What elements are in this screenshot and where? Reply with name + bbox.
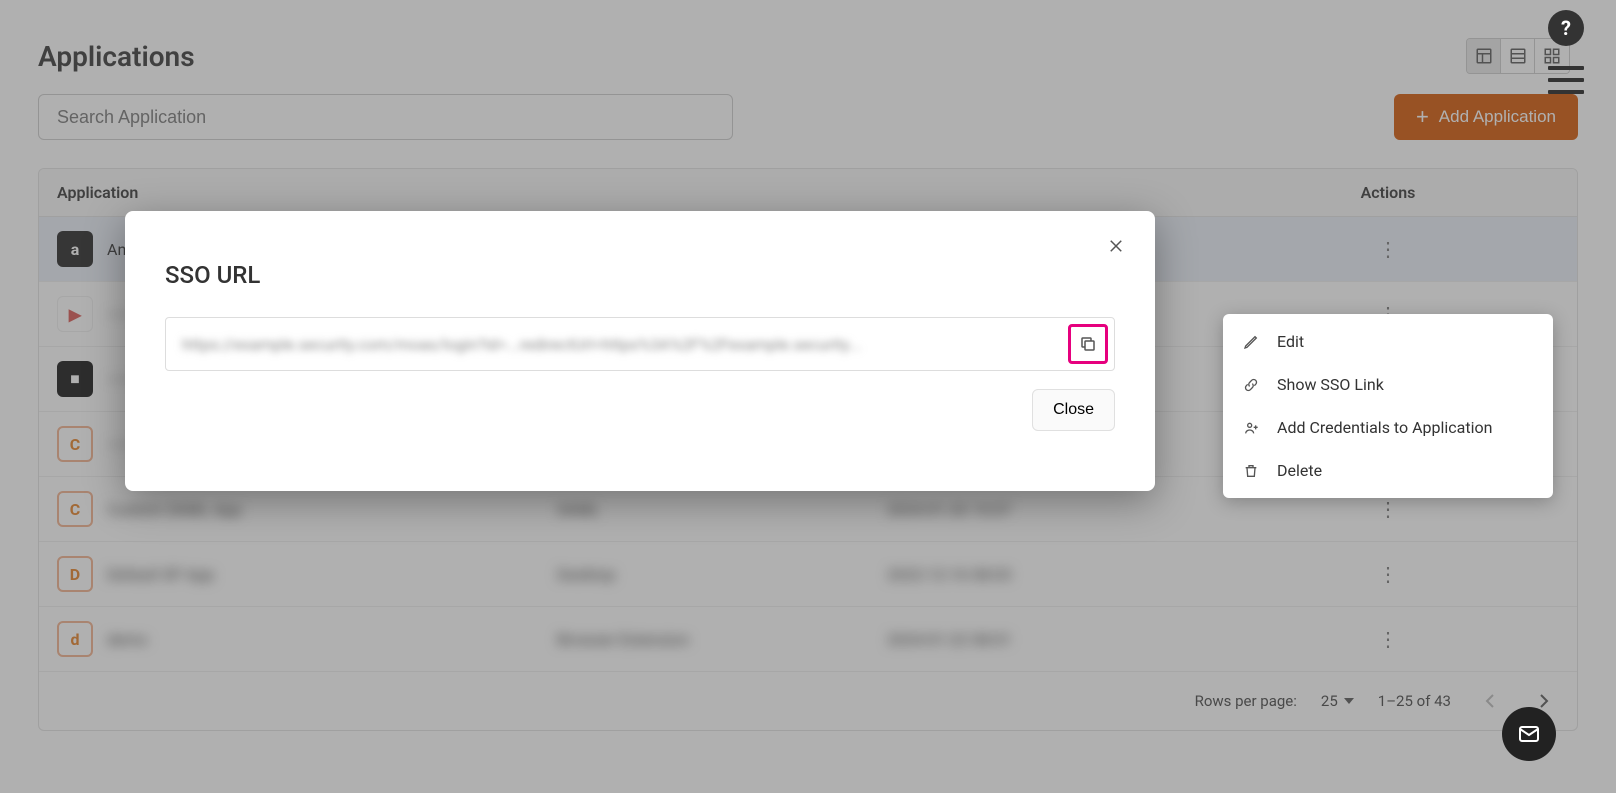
menu-item-show-sso[interactable]: Show SSO Link — [1223, 363, 1553, 406]
modal-close-button[interactable] — [1101, 231, 1131, 261]
menu-item-add-credentials[interactable]: Add Credentials to Application — [1223, 406, 1553, 449]
close-button[interactable]: Close — [1032, 389, 1115, 431]
sso-url-field: https://example.security.com/moas/login?… — [165, 317, 1115, 371]
modal-title: SSO URL — [165, 261, 1115, 289]
hamburger-menu-button[interactable] — [1548, 66, 1584, 94]
help-icon: ? — [1561, 16, 1571, 40]
copy-icon — [1079, 335, 1097, 353]
row-context-menu: Edit Show SSO Link Add Credentials to Ap… — [1223, 314, 1553, 498]
sso-url-modal: SSO URL https://example.security.com/moa… — [125, 211, 1155, 491]
mail-icon — [1517, 722, 1541, 746]
menu-item-edit[interactable]: Edit — [1223, 320, 1553, 363]
person-add-icon — [1241, 420, 1261, 436]
contact-button[interactable] — [1502, 707, 1556, 761]
menu-item-delete[interactable]: Delete — [1223, 449, 1553, 492]
copy-url-button[interactable] — [1068, 324, 1108, 364]
sso-url-value[interactable]: https://example.security.com/moas/login?… — [182, 335, 1068, 354]
link-icon — [1241, 377, 1261, 393]
close-icon — [1107, 237, 1125, 255]
help-button[interactable]: ? — [1548, 10, 1584, 46]
pencil-icon — [1241, 334, 1261, 350]
trash-icon — [1241, 463, 1261, 479]
